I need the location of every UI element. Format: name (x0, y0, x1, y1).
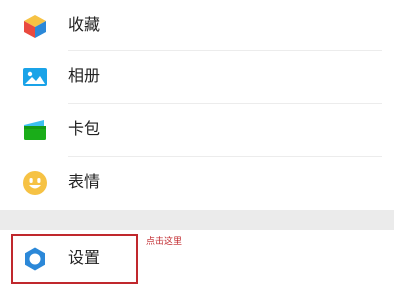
me-page: 收藏 相册 卡包 表情 设置 点击这里 (0, 0, 394, 287)
menu-item-label: 相册 (68, 66, 101, 85)
menu-item-label: 表情 (68, 172, 101, 191)
section-gap (0, 210, 394, 230)
sticker-smiley-icon (22, 170, 48, 196)
menu-item-label: 卡包 (68, 119, 101, 138)
menu-item-album[interactable]: 相册 (0, 51, 394, 104)
favorites-cube-icon (22, 13, 48, 39)
menu-item-card-wallet[interactable]: 卡包 (0, 104, 394, 157)
album-photo-icon (22, 64, 48, 90)
menu-item-label: 收藏 (68, 15, 101, 34)
menu-item-stickers[interactable]: 表情 (0, 157, 394, 210)
card-wallet-icon (22, 117, 48, 143)
menu-item-favorites[interactable]: 收藏 (0, 0, 394, 53)
highlight-box (11, 234, 138, 284)
annotation-text: 点击这里 (146, 237, 183, 247)
